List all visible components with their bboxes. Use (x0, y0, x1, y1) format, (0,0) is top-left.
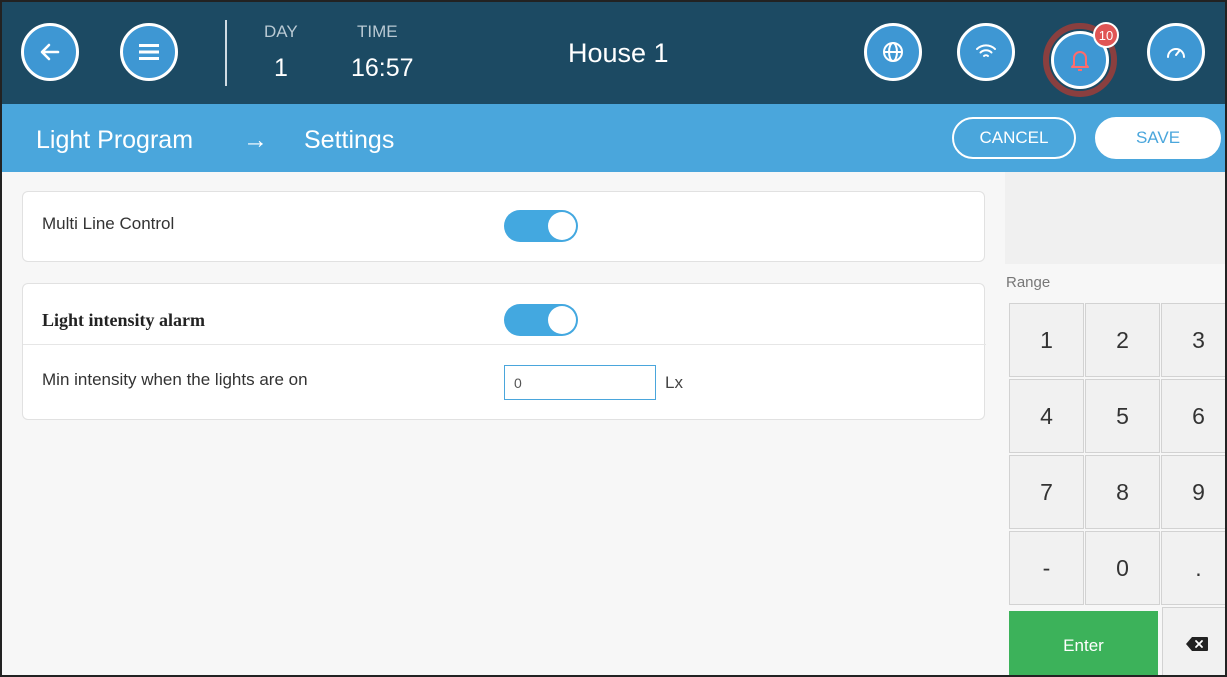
multi-line-toggle[interactable] (504, 210, 578, 242)
row-divider (23, 344, 986, 345)
keypad-display (1005, 172, 1225, 264)
time-value: 16:57 (351, 54, 414, 82)
backspace-button[interactable] (1162, 607, 1225, 675)
key-3[interactable]: 3 (1161, 303, 1225, 377)
menu-icon (139, 44, 159, 60)
day-value: 1 (274, 54, 288, 82)
key-5[interactable]: 5 (1085, 379, 1160, 453)
toggle-knob (548, 212, 576, 240)
toggle-knob (548, 306, 576, 334)
multi-line-label: Multi Line Control (42, 214, 175, 233)
page-title: House 1 (568, 38, 669, 68)
breadcrumb-page: Settings (304, 126, 395, 154)
time-label: TIME (357, 22, 398, 41)
day-label: DAY (264, 22, 298, 41)
alarm-count-badge: 10 (1093, 22, 1119, 48)
back-arrow-icon (40, 43, 60, 61)
breadcrumb-section[interactable]: Light Program (36, 126, 193, 155)
key-7[interactable]: 7 (1009, 455, 1084, 529)
cancel-button[interactable]: CANCEL (952, 117, 1076, 159)
key-4[interactable]: 4 (1009, 379, 1084, 453)
gauge-icon (1167, 48, 1185, 58)
save-button[interactable]: SAVE (1095, 117, 1221, 159)
min-intensity-input[interactable]: 0 (504, 365, 656, 400)
key-minus[interactable]: - (1009, 531, 1084, 605)
key-2[interactable]: 2 (1085, 303, 1160, 377)
light-alarm-toggle[interactable] (504, 304, 578, 336)
header-divider (225, 20, 227, 86)
key-8[interactable]: 8 (1085, 455, 1160, 529)
range-label: Range (1006, 274, 1051, 291)
wifi-icon (976, 44, 996, 57)
bell-icon (1071, 51, 1089, 71)
light-alarm-label: Light intensity alarm (42, 310, 206, 330)
key-decimal[interactable]: . (1161, 531, 1225, 605)
network-button[interactable] (957, 23, 1015, 81)
min-intensity-label: Min intensity when the lights are on (42, 370, 308, 389)
key-1[interactable]: 1 (1009, 303, 1084, 377)
backspace-icon (1186, 637, 1208, 651)
key-6[interactable]: 6 (1161, 379, 1225, 453)
language-button[interactable] (864, 23, 922, 81)
back-button[interactable] (21, 23, 79, 81)
dashboard-button[interactable] (1147, 23, 1205, 81)
globe-icon (883, 42, 903, 62)
key-9[interactable]: 9 (1161, 455, 1225, 529)
app-frame: DAY 1 TIME 16:57 House 1 10 Light Progra… (0, 0, 1227, 677)
key-0[interactable]: 0 (1085, 531, 1160, 605)
min-intensity-unit: Lx (665, 373, 683, 392)
enter-button[interactable]: Enter (1009, 611, 1158, 675)
breadcrumb-arrow: → (243, 126, 268, 154)
menu-button[interactable] (120, 23, 178, 81)
